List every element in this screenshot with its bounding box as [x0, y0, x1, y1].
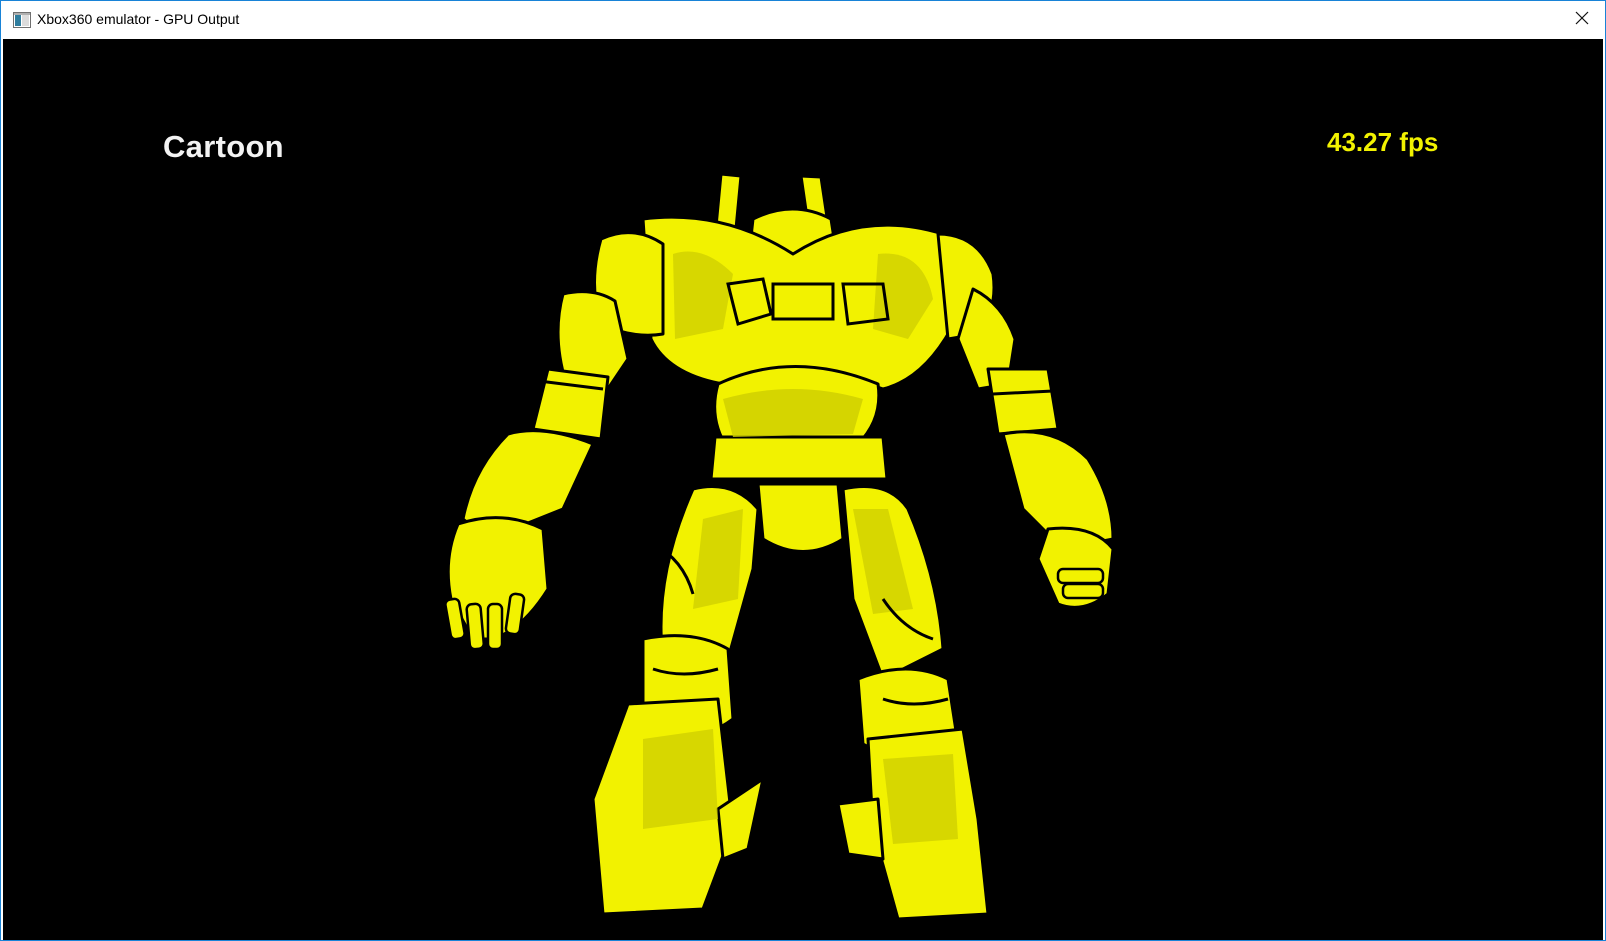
shading-mode-label: Cartoon: [163, 129, 284, 164]
robot-model: [444, 172, 1115, 921]
close-icon: [1575, 11, 1589, 30]
fps-counter: 43.27 fps: [1327, 127, 1439, 157]
gpu-output-viewport[interactable]: Cartoon 43.27 fps: [3, 39, 1603, 940]
close-button[interactable]: [1559, 1, 1605, 39]
title-bar[interactable]: Xbox360 emulator - GPU Output: [1, 1, 1605, 39]
app-window-icon: [13, 12, 31, 28]
emulator-window: Xbox360 emulator - GPU Output Cartoon 43…: [0, 0, 1606, 941]
window-title: Xbox360 emulator - GPU Output: [37, 11, 240, 27]
